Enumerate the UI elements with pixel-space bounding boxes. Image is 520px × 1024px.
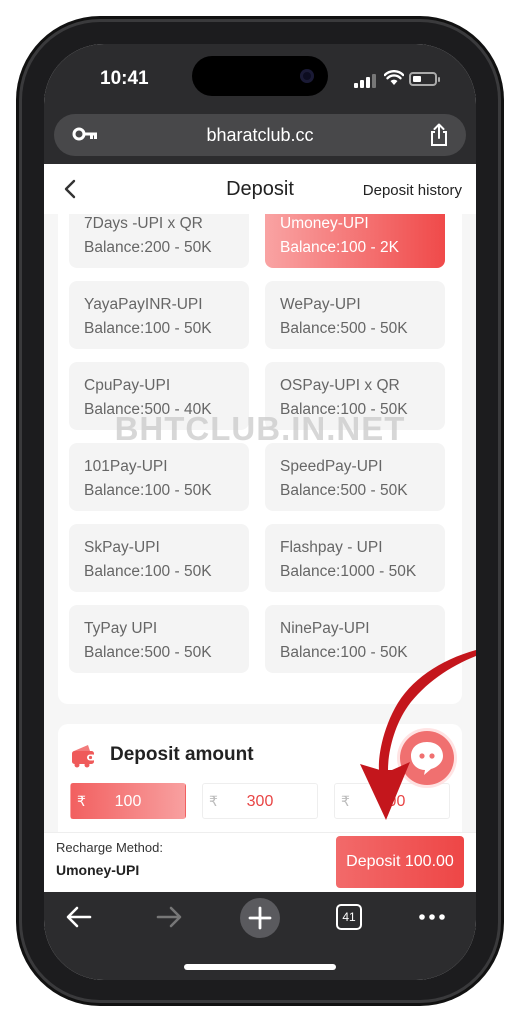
deposit-history-link[interactable]: Deposit history	[363, 182, 462, 199]
status-bar: 10:41	[44, 44, 476, 110]
payment-channel-card[interactable]: NinePay-UPI Balance:100 - 50K	[265, 605, 445, 673]
amount-value: 300	[246, 793, 274, 810]
recharge-method-value: Umoney-UPI	[56, 862, 140, 878]
payment-channel-card[interactable]: SkPay-UPI Balance:100 - 50K	[69, 524, 249, 592]
signal-icon	[354, 74, 376, 88]
tabs-count: 41	[342, 910, 356, 924]
payment-channel-card[interactable]: 101Pay-UPI Balance:100 - 50K	[69, 443, 249, 511]
camera-icon	[300, 69, 314, 83]
payment-channel-card[interactable]: OSPay-UPI x QR Balance:100 - 50K	[265, 362, 445, 430]
channel-name: SkPay-UPI	[84, 539, 160, 556]
channel-name: TyPay UPI	[84, 620, 158, 637]
channel-balance: Balance:100 - 50K	[84, 482, 212, 499]
customer-service-button[interactable]	[400, 731, 454, 785]
channel-balance: Balance:100 - 2K	[280, 239, 399, 256]
payment-channels-grid: 7Days -UPI x QR Balance:200 - 50K Umoney-U…	[69, 214, 447, 673]
phone-screen: 10:41 bharatclub.cc Deposit Deposit hist…	[44, 44, 476, 980]
share-icon[interactable]	[428, 123, 450, 147]
amount-option-chip[interactable]: ₹300	[202, 783, 318, 819]
channel-name: OSPay-UPI x QR	[280, 377, 400, 394]
channel-balance: Balance:500 - 50K	[280, 482, 408, 499]
channel-name: NinePay-UPI	[280, 620, 370, 637]
amount-value: 500	[378, 793, 406, 810]
deposit-amount-title: Deposit amount	[110, 744, 254, 765]
chat-icon	[411, 742, 443, 775]
recharge-method-label: Recharge Method:	[56, 840, 163, 855]
home-indicator	[184, 964, 336, 970]
tabs-button[interactable]: 41	[336, 904, 362, 930]
channel-name: 7Days -UPI x QR	[84, 215, 203, 232]
payment-channel-card[interactable]: YayaPayINR-UPI Balance:100 - 50K	[69, 281, 249, 349]
recharge-footer: Recharge Method: Umoney-UPI Deposit 100.…	[44, 832, 476, 892]
channel-balance: Balance:100 - 50K	[280, 644, 408, 661]
channel-balance: Balance:100 - 50K	[84, 320, 212, 337]
payment-channel-card[interactable]: 7Days -UPI x QR Balance:200 - 50K	[69, 214, 249, 268]
payment-channel-card[interactable]: SpeedPay-UPI Balance:500 - 50K	[265, 443, 445, 511]
channel-name: 101Pay-UPI	[84, 458, 168, 475]
wallet-icon	[72, 745, 96, 768]
amount-value: 100	[114, 793, 142, 810]
amount-option-chip[interactable]: ₹100	[70, 783, 186, 819]
channel-name: YayaPayINR-UPI	[84, 296, 203, 313]
channel-balance: Balance:500 - 50K	[280, 320, 408, 337]
channel-balance: Balance:200 - 50K	[84, 239, 212, 256]
wifi-icon	[384, 70, 404, 85]
more-dots-icon[interactable]	[418, 912, 446, 922]
deposit-button[interactable]: Deposit 100.00	[336, 836, 464, 888]
channel-balance: Balance:100 - 50K	[84, 563, 212, 580]
channel-balance: Balance:500 - 40K	[84, 401, 212, 418]
payment-channel-card[interactable]: CpuPay-UPI Balance:500 - 40K	[69, 362, 249, 430]
channel-name: Umoney-UPI	[280, 215, 369, 232]
dynamic-island	[192, 56, 328, 96]
status-time: 10:41	[100, 68, 149, 89]
battery-icon	[409, 72, 440, 86]
channel-name: WePay-UPI	[280, 296, 361, 313]
browser-forward-icon	[156, 906, 182, 928]
channel-balance: Balance:1000 - 50K	[280, 563, 417, 580]
url-text: bharatclub.cc	[206, 125, 314, 145]
address-bar[interactable]: bharatclub.cc	[54, 114, 466, 156]
amount-option-chip[interactable]: ₹500	[334, 783, 450, 819]
page-header: Deposit Deposit history	[44, 164, 476, 214]
browser-address-area: bharatclub.cc	[44, 110, 476, 164]
payment-channel-card[interactable]: Flashpay - UPI Balance:1000 - 50K	[265, 524, 445, 592]
payment-channel-card[interactable]: Umoney-UPI Balance:100 - 2K	[265, 214, 445, 268]
channel-name: CpuPay-UPI	[84, 377, 171, 394]
payment-channel-card[interactable]: TyPay UPI Balance:500 - 50K	[69, 605, 249, 673]
channel-balance: Balance:100 - 50K	[280, 401, 408, 418]
browser-back-icon[interactable]	[64, 902, 94, 932]
channel-name: Flashpay - UPI	[280, 539, 383, 556]
channel-name: SpeedPay-UPI	[280, 458, 383, 475]
payment-channels-card: 7Days -UPI x QR Balance:200 - 50K Umoney-U…	[58, 214, 462, 704]
channel-balance: Balance:500 - 50K	[84, 644, 212, 661]
payment-channel-card[interactable]: WePay-UPI Balance:500 - 50K	[265, 281, 445, 349]
new-tab-plus-icon[interactable]	[240, 898, 280, 938]
